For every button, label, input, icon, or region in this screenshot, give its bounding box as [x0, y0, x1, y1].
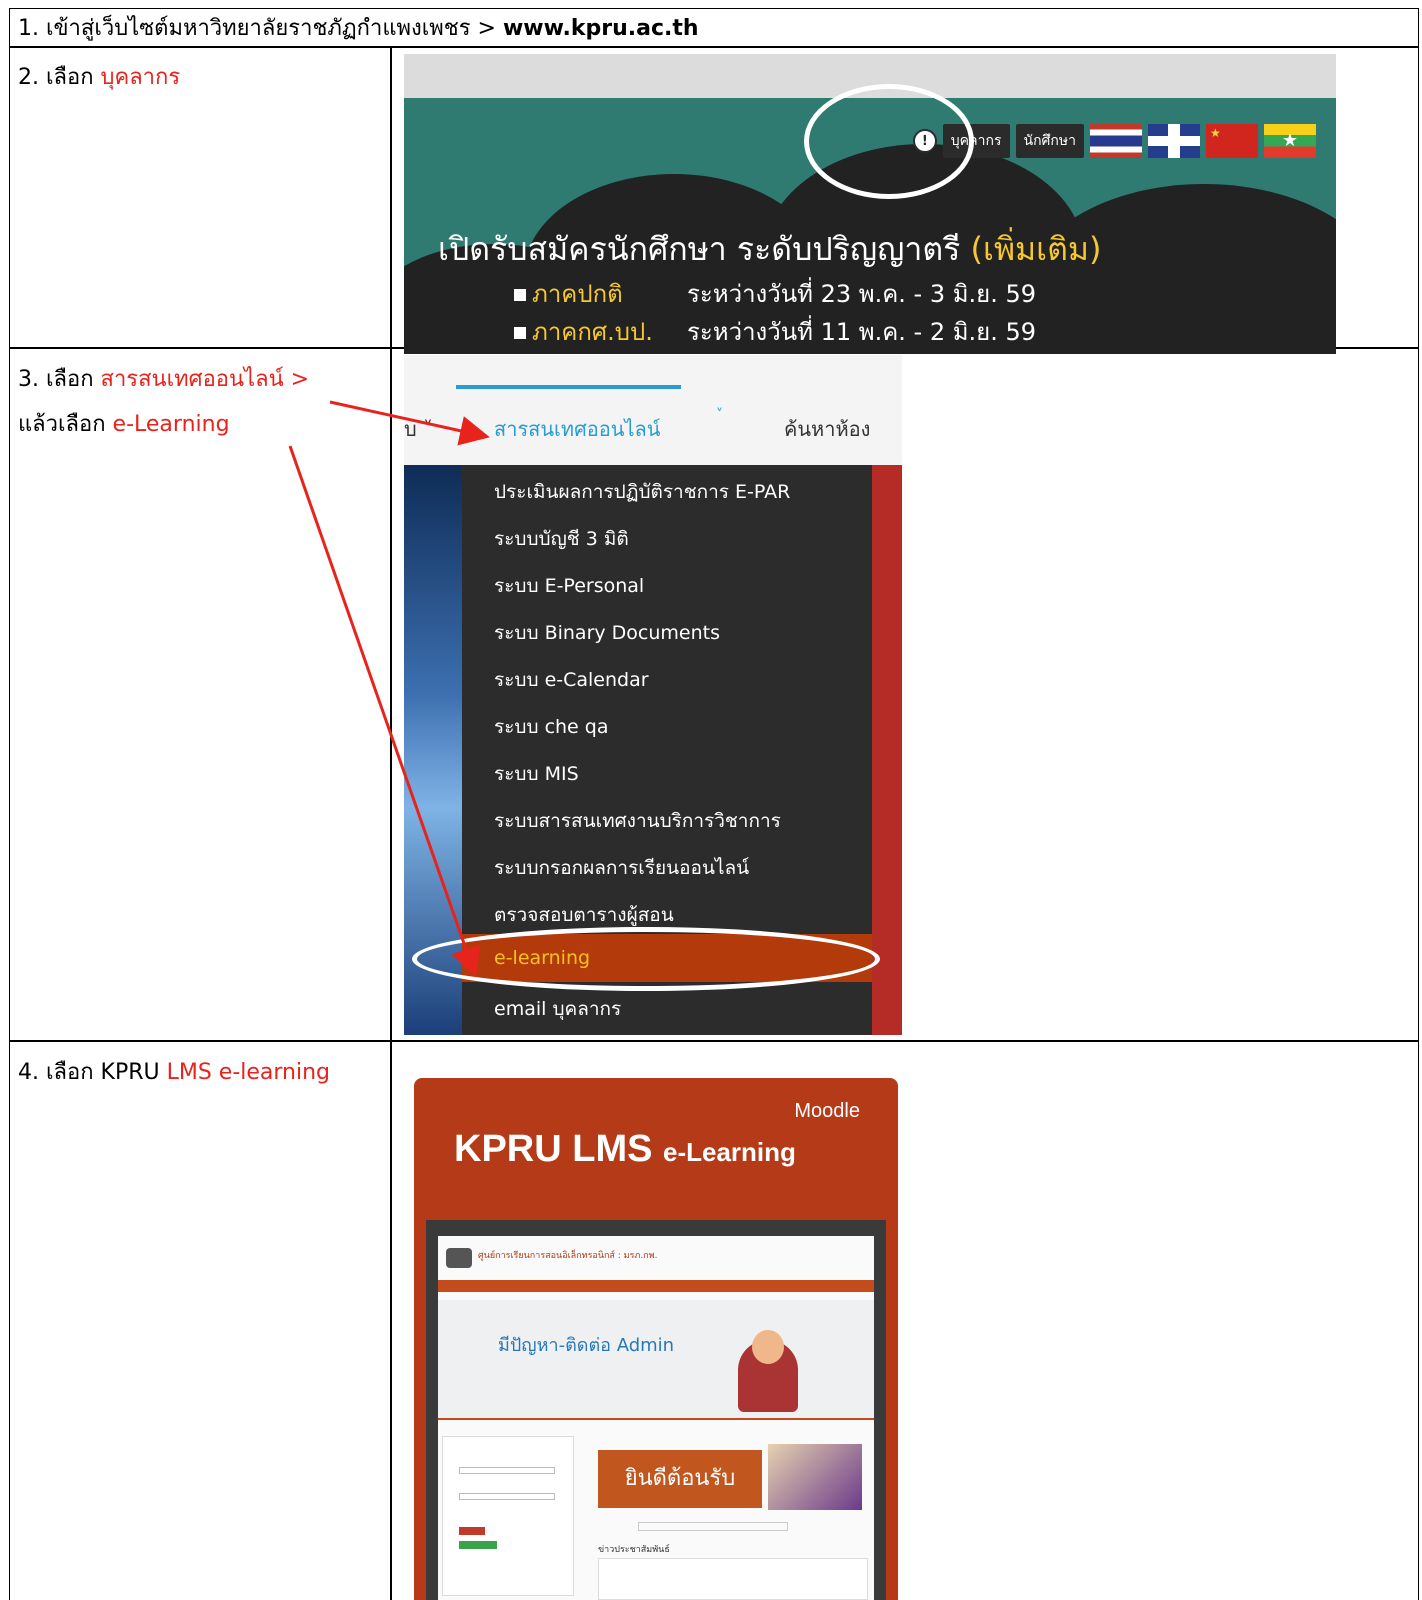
- menu-item-accounting[interactable]: ระบบบัญชี 3 มิติ: [494, 524, 629, 554]
- step3-screenshot: บ ˅ สารสนเทศออนไลน์ ˅ ค้นหาห้อง ประเมินผ…: [404, 355, 902, 1035]
- chevron-down-icon: ˅: [716, 407, 723, 423]
- line2-label: ภาคกศ.บป.: [532, 318, 653, 346]
- password-field: [459, 1493, 555, 1500]
- step3-text-2: แล้วเลือก e-Learning: [18, 410, 230, 440]
- nav-item-online-info[interactable]: สารสนเทศออนไลน์: [494, 413, 660, 445]
- step2-target: บุคลากร: [100, 65, 181, 90]
- row-divider: [9, 1040, 1419, 1042]
- nav-item-room-search[interactable]: ค้นหาห้อง: [784, 413, 870, 445]
- step4-screenshot[interactable]: Moodle KPRU LMS e-Learning ศูนย์การเรียน…: [414, 1078, 898, 1600]
- step2-screenshot: ! บุคลากร นักศึกษา ★ ★ เปิดรับสมัครนักศึ…: [404, 54, 1336, 354]
- welcome-banner: ยินดีต้อนรับ: [598, 1450, 762, 1508]
- line1-label: ภาคปกติ: [532, 280, 623, 308]
- student-button[interactable]: นักศึกษา: [1015, 124, 1084, 158]
- menu-item-epar[interactable]: ประเมินผลการปฏิบัติราชการ E-PAR: [494, 477, 790, 507]
- headline-extra: (เพิ่มเติม): [970, 230, 1102, 268]
- lms-preview: ศูนย์การเรียนการสอนอิเล็กทรอนิกส์ : มรภ.…: [438, 1236, 874, 1600]
- moodle-label: Moodle: [794, 1100, 860, 1122]
- myanmar-flag-icon[interactable]: ★: [1264, 124, 1316, 158]
- step2-label: 2. เลือก: [18, 65, 101, 90]
- support-avatar: [738, 1330, 798, 1412]
- site-navbar: บ ˅ สารสนเทศออนไลน์ ˅ ค้นหาห้อง: [404, 355, 902, 465]
- step4-text: 4. เลือก KPRU LMS e-learning: [18, 1058, 330, 1088]
- logo-icon: [446, 1248, 472, 1268]
- course-search: [638, 1522, 788, 1531]
- nav-item-prev[interactable]: บ ˅: [404, 413, 433, 445]
- admission-headline: เปิดรับสมัครนักศึกษา ระดับปริญญาตรี (เพิ…: [438, 224, 1101, 275]
- lms-site-name: ศูนย์การเรียนการสอนอิเล็กทรอนิกส์ : มรภ.…: [478, 1251, 658, 1261]
- lms-banner-title: มีปัญหา-ติดต่อ Admin: [498, 1335, 675, 1356]
- admission-line-2: ภาคกศ.บป. ระหว่างวันที่ 11 พ.ค. - 2 มิ.ย.…: [514, 312, 1036, 351]
- news-box: [598, 1558, 868, 1600]
- step3-line2-label: แล้วเลือก: [18, 412, 113, 437]
- menu-item-e-calendar[interactable]: ระบบ e-Calendar: [494, 665, 649, 695]
- admission-line-1: ภาคปกติ ระหว่างวันที่ 23 พ.ค. - 3 มิ.ย. 5…: [514, 274, 1036, 313]
- line1-text: ระหว่างวันที่ 23 พ.ค. - 3 มิ.ย. 59: [687, 280, 1037, 308]
- row-divider: [9, 46, 1419, 48]
- login-block: [442, 1436, 574, 1596]
- step1-text: 1. เข้าสู่เว็บไซต์มหาวิทยาลัยราชภัฏกำแพง…: [18, 14, 699, 44]
- lms-title-small: e-Learning: [663, 1137, 796, 1167]
- username-field: [459, 1467, 555, 1474]
- step3-target: สารสนเทศออนไลน์ >: [100, 367, 310, 392]
- step3-text: 3. เลือก สารสนเทศออนไลน์ >: [18, 365, 309, 395]
- menu-item-e-personal[interactable]: ระบบ E-Personal: [494, 571, 644, 601]
- step4-label: 4. เลือก KPRU: [18, 1060, 167, 1085]
- lms-title-main: KPRU LMS: [454, 1128, 663, 1170]
- column-divider: [390, 46, 392, 1600]
- headline-main: เปิดรับสมัครนักศึกษา ระดับปริญญาตรี: [438, 230, 971, 268]
- menu-item-mis[interactable]: ระบบ MIS: [494, 759, 579, 789]
- menu-item-binary-documents[interactable]: ระบบ Binary Documents: [494, 618, 720, 648]
- signup-button: [459, 1541, 497, 1549]
- news-title: ข่าวประชาสัมพันธ์: [598, 1545, 670, 1555]
- welcome-image: [768, 1444, 862, 1510]
- uk-flag-icon[interactable]: [1148, 124, 1200, 158]
- login-button: [459, 1527, 485, 1535]
- china-flag-icon[interactable]: ★: [1206, 124, 1258, 158]
- thai-flag-icon[interactable]: [1090, 124, 1142, 158]
- menu-item-academic-service[interactable]: ระบบสารสนเทศงานบริการวิชาการ: [494, 806, 781, 836]
- step4-target: LMS e-learning: [166, 1060, 331, 1085]
- kpru-url[interactable]: www.kpru.ac.th: [503, 16, 699, 41]
- step2-text: 2. เลือก บุคลากร: [18, 63, 180, 93]
- step3-label: 3. เลือก: [18, 367, 101, 392]
- lms-title: KPRU LMS e-Learning: [454, 1128, 796, 1171]
- menu-item-che-qa[interactable]: ระบบ che qa: [494, 712, 609, 742]
- menu-item-email[interactable]: email บุคลากร: [494, 994, 621, 1024]
- step3-line2-target: e-Learning: [112, 412, 230, 437]
- highlight-oval: [412, 927, 880, 991]
- step1-label: 1. เข้าสู่เว็บไซต์มหาวิทยาลัยราชภัฏกำแพง…: [18, 16, 503, 41]
- menu-item-teacher-schedule[interactable]: ตรวจสอบตารางผู้สอน: [494, 900, 674, 930]
- highlight-circle: [804, 84, 974, 199]
- menu-item-grade-entry[interactable]: ระบบกรอกผลการเรียนออนไลน์: [494, 853, 749, 883]
- line2-text: ระหว่างวันที่ 11 พ.ค. - 2 มิ.ย. 59: [687, 318, 1037, 346]
